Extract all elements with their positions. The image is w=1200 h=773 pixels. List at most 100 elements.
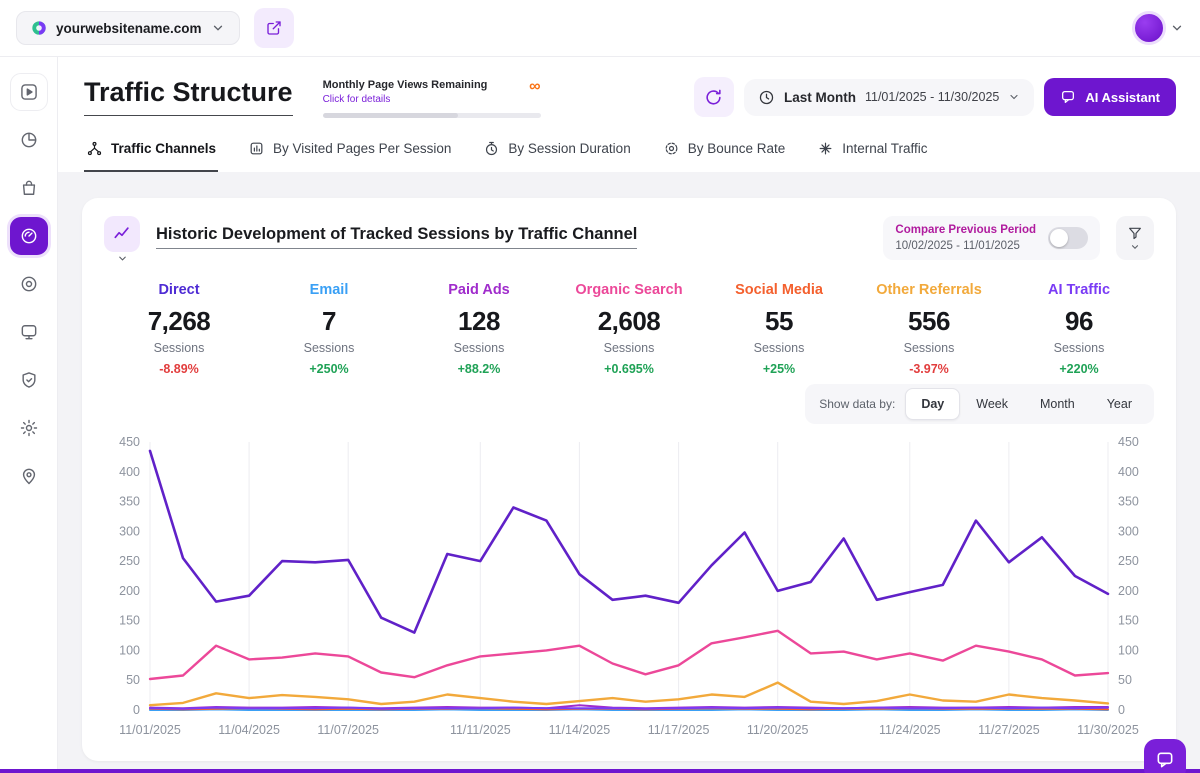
tab-label: By Bounce Rate <box>688 141 786 156</box>
chat-fab[interactable] <box>1144 739 1186 773</box>
chevron-down-icon <box>1130 242 1140 252</box>
stat-value: 96 <box>1004 306 1154 337</box>
sidebar-item-pie-chart[interactable] <box>10 121 48 159</box>
svg-text:300: 300 <box>1118 524 1139 538</box>
pie-chart-icon <box>19 130 39 150</box>
svg-text:400: 400 <box>1118 465 1139 479</box>
card-icon-dropdown[interactable] <box>104 216 140 264</box>
page-header: Traffic Structure Monthly Page Views Rem… <box>58 57 1200 172</box>
tab-label: By Session Duration <box>508 141 630 156</box>
stat-value: 7,268 <box>104 306 254 337</box>
quota-details-link[interactable]: Click for details <box>323 94 488 105</box>
sidebar-item-shopping-bag[interactable] <box>10 169 48 207</box>
stat-value: 7 <box>254 306 404 337</box>
granularity-day[interactable]: Day <box>905 388 960 420</box>
sidebar-item-location-pin[interactable] <box>10 457 48 495</box>
open-external-button[interactable] <box>254 8 294 48</box>
svg-text:150: 150 <box>119 614 140 628</box>
tab-by-visited-pages-per-session[interactable]: By Visited Pages Per Session <box>246 136 453 172</box>
tab-internal-traffic[interactable]: Internal Traffic <box>815 136 929 172</box>
main: Traffic Structure Monthly Page Views Rem… <box>58 57 1200 773</box>
globe-icon <box>31 20 47 36</box>
stat-channel-name: AI Traffic <box>1004 282 1154 298</box>
sidebar-item-start-play[interactable] <box>10 73 48 111</box>
svg-text:11/20/2025: 11/20/2025 <box>747 723 809 737</box>
sidebar-item-traffic-gauge[interactable] <box>10 217 48 255</box>
stat-unit: Sessions <box>1004 341 1154 355</box>
stat-social-media[interactable]: Social Media55Sessions+25% <box>704 282 854 376</box>
stat-channel-name: Email <box>254 282 404 298</box>
stat-email[interactable]: Email7Sessions+250% <box>254 282 404 376</box>
stat-unit: Sessions <box>854 341 1004 355</box>
svg-text:150: 150 <box>1118 614 1139 628</box>
stat-unit: Sessions <box>104 341 254 355</box>
site-selector[interactable]: yourwebsitename.com <box>16 11 240 45</box>
stat-other-referrals[interactable]: Other Referrals556Sessions-3.97% <box>854 282 1004 376</box>
tab-traffic-channels[interactable]: Traffic Channels <box>84 136 218 172</box>
svg-text:50: 50 <box>126 673 140 687</box>
start-play-icon <box>19 82 39 102</box>
stat-channel-name: Other Referrals <box>854 282 1004 298</box>
tab-by-session-duration[interactable]: By Session Duration <box>481 136 632 172</box>
stat-unit: Sessions <box>704 341 854 355</box>
svg-text:400: 400 <box>119 465 140 479</box>
chat-icon <box>1060 89 1076 105</box>
ai-assistant-button[interactable]: AI Assistant <box>1044 78 1176 116</box>
svg-text:11/11/2025: 11/11/2025 <box>450 723 511 737</box>
stat-value: 556 <box>854 306 1004 337</box>
svg-text:450: 450 <box>1118 435 1139 449</box>
stat-unit: Sessions <box>554 341 704 355</box>
stopwatch-icon <box>483 140 500 157</box>
stat-channel-name: Paid Ads <box>404 282 554 298</box>
stat-channel-name: Organic Search <box>554 282 704 298</box>
quota-widget[interactable]: Monthly Page Views Remaining Click for d… <box>323 79 541 118</box>
external-link-icon <box>265 19 283 37</box>
tab-by-bounce-rate[interactable]: By Bounce Rate <box>661 136 788 172</box>
stat-direct[interactable]: Direct7,268Sessions-8.89% <box>104 282 254 376</box>
clock-icon <box>758 89 775 106</box>
chevron-down-icon <box>1170 21 1184 35</box>
svg-text:11/14/2025: 11/14/2025 <box>549 723 611 737</box>
sidebar-item-settings-gear[interactable] <box>10 409 48 447</box>
avatar <box>1132 11 1166 45</box>
refresh-button[interactable] <box>694 77 734 117</box>
refresh-icon <box>704 88 723 107</box>
svg-text:11/30/2025: 11/30/2025 <box>1077 723 1139 737</box>
tab-label: Traffic Channels <box>111 141 216 156</box>
chart-container: 0050501001001501502002002502503003003503… <box>104 428 1154 751</box>
shopping-bag-icon <box>19 178 39 198</box>
monitor-icon <box>19 322 39 342</box>
sessions-chart[interactable]: 0050501001001501502002002502503003003503… <box>104 428 1154 746</box>
compare-previous-period: Compare Previous Period 10/02/2025 - 11/… <box>883 216 1100 260</box>
svg-text:350: 350 <box>1118 495 1139 509</box>
user-menu[interactable] <box>1132 11 1184 45</box>
goals-target-icon <box>19 274 39 294</box>
svg-text:11/04/2025: 11/04/2025 <box>218 723 280 737</box>
stat-change: +220% <box>1004 362 1154 376</box>
quota-progress-bar <box>323 113 541 118</box>
traffic-card: Historic Development of Tracked Sessions… <box>82 198 1176 761</box>
date-range-picker[interactable]: Last Month 11/01/2025 - 11/30/2025 <box>744 79 1034 116</box>
funnel-icon <box>1127 225 1143 241</box>
filter-button[interactable] <box>1116 216 1154 260</box>
stat-organic-search[interactable]: Organic Search2,608Sessions+0.695% <box>554 282 704 376</box>
bounce-target-icon <box>663 140 680 157</box>
granularity-year[interactable]: Year <box>1091 388 1148 420</box>
sidebar-item-monitor[interactable] <box>10 313 48 351</box>
chevron-down-icon <box>117 253 128 264</box>
stat-paid-ads[interactable]: Paid Ads128Sessions+88.2% <box>404 282 554 376</box>
stats-row: Direct7,268Sessions-8.89%Email7Sessions+… <box>104 282 1154 376</box>
sidebar-item-goals-target[interactable] <box>10 265 48 303</box>
svg-text:0: 0 <box>1118 703 1125 717</box>
svg-text:100: 100 <box>1118 643 1139 657</box>
stat-ai-traffic[interactable]: AI Traffic 96 Sessions +220% <box>1004 282 1154 376</box>
granularity-week[interactable]: Week <box>960 388 1024 420</box>
page-title: Traffic Structure <box>84 77 293 116</box>
granularity-month[interactable]: Month <box>1024 388 1091 420</box>
stat-unit: Sessions <box>254 341 404 355</box>
stat-change: +25% <box>704 362 854 376</box>
sidebar-item-security-shield[interactable] <box>10 361 48 399</box>
line-chart-icon <box>104 216 140 252</box>
compare-toggle[interactable] <box>1048 227 1088 249</box>
compare-label: Compare Previous Period <box>895 224 1036 236</box>
